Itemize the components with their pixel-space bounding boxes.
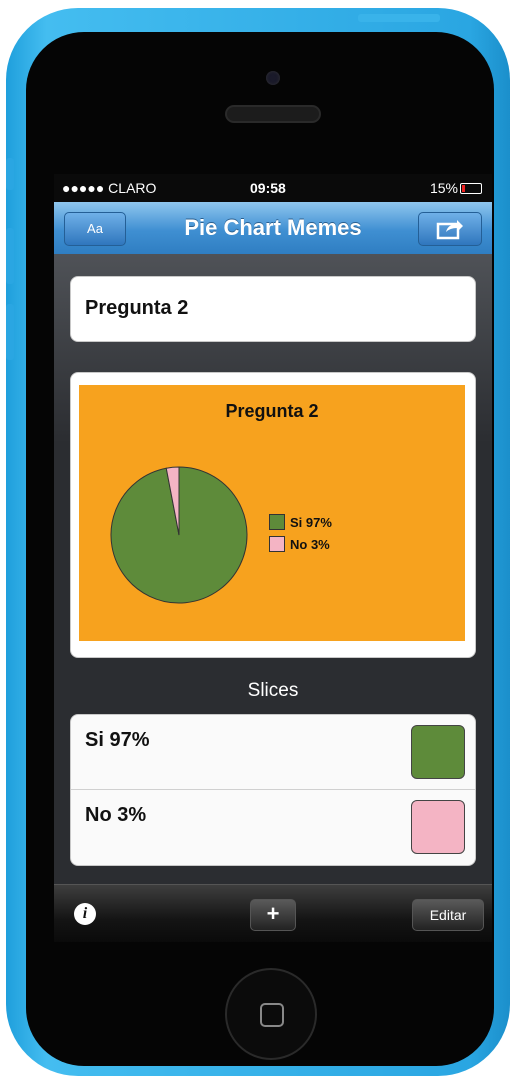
chart-title: Pregunta 2 — [225, 401, 319, 421]
content-area: Pregunta 2 Pregunta 2 Si 97% No 3% Slices… — [54, 254, 492, 884]
slice-row-no[interactable]: No 3% — [71, 789, 475, 864]
chart-card: Pregunta 2 Si 97% No 3% — [70, 372, 476, 658]
slice-label: Si 97% — [85, 729, 150, 751]
volume-up-button — [6, 228, 14, 284]
phone-frame: ●●●●● CLARO 09:58 15% Aa Pie Chart Memes… — [6, 8, 510, 1076]
info-icon[interactable]: i — [74, 903, 96, 925]
speaker-grille — [227, 107, 319, 121]
question-text: Pregunta 2 — [85, 297, 189, 319]
status-bar: ●●●●● CLARO 09:58 15% — [54, 174, 492, 202]
screen: ●●●●● CLARO 09:58 15% Aa Pie Chart Memes… — [54, 174, 492, 942]
home-square-icon — [260, 1003, 284, 1027]
legend-entry: Si 97% — [269, 511, 332, 533]
status-time: 09:58 — [250, 180, 286, 196]
edit-button[interactable]: Editar — [412, 899, 484, 931]
slices-list: Si 97% No 3% — [70, 714, 476, 866]
chart-area: Pregunta 2 Si 97% No 3% — [79, 385, 465, 641]
slices-heading: Slices — [247, 680, 299, 701]
camera-icon — [266, 71, 280, 85]
legend-swatch — [269, 536, 285, 552]
power-button — [358, 14, 440, 22]
slice-color-swatch[interactable] — [411, 800, 465, 854]
carrier-label: ●●●●● CLARO — [62, 180, 157, 196]
add-slice-button[interactable]: + — [250, 899, 296, 931]
question-field[interactable]: Pregunta 2 — [70, 276, 476, 342]
battery-percent: 15% — [429, 180, 458, 196]
chart-legend: Si 97% No 3% — [269, 511, 332, 555]
slice-label: No 3% — [85, 804, 147, 826]
nav-bar: Aa Pie Chart Memes — [54, 202, 492, 255]
home-button[interactable] — [227, 970, 315, 1058]
legend-label: Si 97% — [290, 514, 332, 530]
bottom-toolbar: i + Editar — [54, 884, 492, 942]
legend-label: No 3% — [290, 536, 330, 552]
pie-chart — [110, 466, 248, 604]
legend-entry: No 3% — [269, 533, 332, 555]
battery-fill — [462, 185, 465, 192]
battery-icon — [460, 183, 482, 194]
mute-switch — [6, 158, 14, 190]
slice-color-swatch[interactable] — [411, 725, 465, 779]
share-button[interactable] — [418, 212, 482, 246]
share-icon — [436, 220, 463, 240]
legend-swatch — [269, 514, 285, 530]
volume-down-button — [6, 304, 14, 360]
slice-row-si[interactable]: Si 97% — [71, 715, 475, 789]
